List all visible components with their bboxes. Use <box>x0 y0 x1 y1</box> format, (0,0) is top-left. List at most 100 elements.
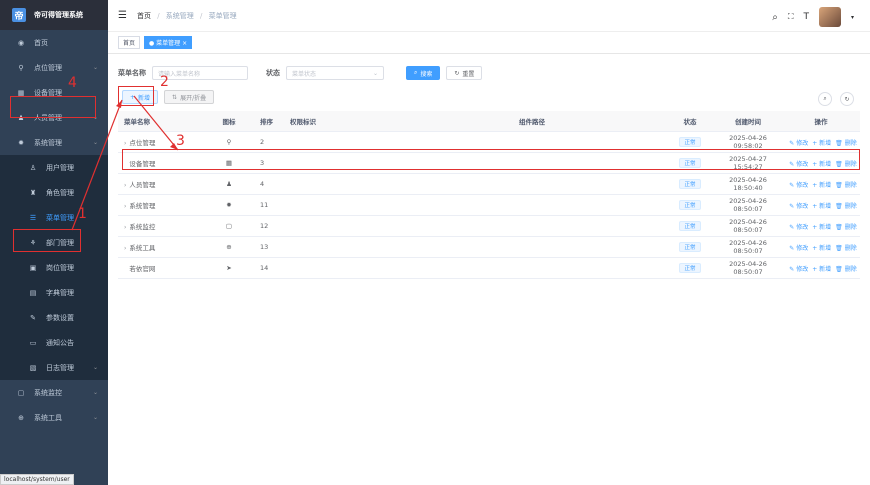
edit-button[interactable]: ✎ 修改 <box>789 224 808 231</box>
status-badge: 正常 <box>679 137 701 147</box>
chevron-down-icon[interactable]: ▾ <box>851 14 854 21</box>
app-title: 帝可得管理系统 <box>34 11 83 19</box>
cell-status: 正常 <box>666 200 714 210</box>
sidebar-item-label: 角色管理 <box>46 188 74 197</box>
expand-collapse-button[interactable]: ⇅ 展开/折叠 <box>164 90 215 104</box>
col-menu-name: 菜单名称 <box>124 118 150 126</box>
logo-icon: 帝 <box>12 8 26 22</box>
status-select[interactable]: 菜单状态 ⌄ <box>286 66 384 80</box>
sidebar-item-6[interactable]: ♜ 角色管理 <box>0 180 108 205</box>
sidebar-item-9[interactable]: ▣ 岗位管理 <box>0 255 108 280</box>
edit-label: 修改 <box>796 139 809 147</box>
highlight-device-menu <box>10 96 96 118</box>
table-tools: ⌕ ↻ <box>818 92 854 106</box>
sidebar-item-label: 参数设置 <box>46 313 74 322</box>
cell-actions: ✎ 修改 + 新增 🗑 删除 <box>782 243 860 252</box>
search-button[interactable]: ⌕ 搜索 <box>406 66 441 80</box>
delete-button[interactable]: 🗑 删除 <box>835 182 857 189</box>
breadcrumb-system[interactable]: 系统管理 <box>166 12 194 20</box>
add-child-button[interactable]: + 新增 <box>812 245 831 252</box>
search-icon: ⌕ <box>414 69 418 76</box>
sidebar-item-4[interactable]: ✹ 系统管理 ⌄ <box>0 130 108 155</box>
hamburger-icon[interactable]: ☰ <box>118 10 127 21</box>
edit-button[interactable]: ✎ 修改 <box>789 266 808 273</box>
menu-name-text: 若依官网 <box>129 265 156 273</box>
chevron-right-icon[interactable]: › <box>124 224 126 231</box>
chevron-right-icon[interactable]: › <box>124 203 126 210</box>
edit-button[interactable]: ✎ 修改 <box>789 140 808 147</box>
sidebar-item-12[interactable]: ▭ 通知公告 <box>0 330 108 355</box>
add-child-button[interactable]: + 新增 <box>812 266 831 273</box>
status-label: 状态 <box>266 69 280 77</box>
delete-button[interactable]: 🗑 删除 <box>835 224 857 231</box>
refresh-icon[interactable]: ↻ <box>840 92 854 106</box>
edit-button[interactable]: ✎ 修改 <box>789 203 808 210</box>
status-select-placeholder: 菜单状态 <box>292 70 317 78</box>
chevron-right-icon[interactable]: › <box>124 182 126 189</box>
tool-icon: ⊕ <box>18 413 24 422</box>
search-toggle-icon[interactable]: ⌕ <box>818 92 832 106</box>
edit-button[interactable]: ✎ 修改 <box>789 182 808 189</box>
chevron-right-icon[interactable]: › <box>124 245 126 252</box>
sidebar-item-11[interactable]: ✎ 参数设置 <box>0 305 108 330</box>
cell-status: 正常 <box>666 263 714 273</box>
sidebar-item-7[interactable]: ☰ 菜单管理 <box>0 205 108 230</box>
add-child-button[interactable]: + 新增 <box>812 203 831 210</box>
sidebar-item-0[interactable]: ◉ 首页 <box>0 30 108 55</box>
sidebar-item-15[interactable]: ⊕ 系统工具 ⌄ <box>0 405 108 430</box>
breadcrumb-home[interactable]: 首页 <box>137 12 151 20</box>
cell-menu-name: › 系统管理 <box>118 200 202 210</box>
edit-button[interactable]: ✎ 修改 <box>789 245 808 252</box>
status-badge: 正常 <box>679 263 701 273</box>
avatar[interactable] <box>818 7 841 27</box>
table-header: 菜单名称 图标 排序 权限标识 组件路径 状态 创建时间 操作 <box>118 111 860 132</box>
col-component: 组件路径 <box>519 118 545 126</box>
add-child-button[interactable]: + 新增 <box>812 182 831 189</box>
add-label: 新增 <box>819 139 832 147</box>
add-label: 新增 <box>819 244 832 252</box>
sidebar-item-label: 菜单管理 <box>46 213 74 222</box>
chevron-down-icon: ⌄ <box>372 69 378 77</box>
sidebar-item-10[interactable]: ▤ 字典管理 <box>0 280 108 305</box>
chevron-right-icon[interactable]: › <box>124 140 126 147</box>
sidebar-item-label: 字典管理 <box>46 288 74 297</box>
cell-menu-name: › 系统工具 <box>118 242 202 252</box>
col-created: 创建时间 <box>735 118 761 126</box>
send-icon: ➤ <box>226 264 232 272</box>
search-button-label: 搜索 <box>420 70 433 78</box>
reset-button[interactable]: ↻ 重置 <box>446 66 483 80</box>
col-order: 排序 <box>260 118 273 126</box>
fullscreen-icon[interactable]: ⛶ <box>788 12 794 22</box>
status-badge: 正常 <box>679 221 701 231</box>
add-child-button[interactable]: + 新增 <box>812 140 831 147</box>
menu-name-text: 点位管理 <box>129 139 156 147</box>
breadcrumb: 首页 / 系统管理 / 菜单管理 <box>136 11 237 20</box>
font-size-icon[interactable]: T <box>803 12 809 22</box>
tag-home[interactable]: 首页 <box>118 36 141 49</box>
delete-button[interactable]: 🗑 删除 <box>835 203 857 210</box>
sidebar-item-14[interactable]: ▢ 系统监控 ⌄ <box>0 380 108 405</box>
add-child-button[interactable]: + 新增 <box>812 224 831 231</box>
col-perms: 权限标识 <box>290 118 316 126</box>
chevron-down-icon: ⌄ <box>92 414 98 421</box>
sidebar-item-1[interactable]: ⚲ 点位管理 ⌄ <box>0 55 108 80</box>
sidebar-item-5[interactable]: ♙ 用户管理 <box>0 155 108 180</box>
dashboard-icon: ◉ <box>17 38 25 47</box>
search-icon[interactable]: ⌕ <box>772 12 778 23</box>
edit-label: 修改 <box>796 181 809 189</box>
sidebar-item-13[interactable]: ▧ 日志管理 ⌄ <box>0 355 108 380</box>
sidebar-item-label: 岗位管理 <box>46 263 74 272</box>
annotation-3: 3 <box>176 133 185 149</box>
expand-button-label: 展开/折叠 <box>180 94 207 102</box>
delete-button[interactable]: 🗑 删除 <box>835 266 857 273</box>
status-url: localhost/system/user <box>0 474 74 485</box>
cell-actions: ✎ 修改 + 新增 🗑 删除 <box>782 138 860 147</box>
tag-menu-manage[interactable]: ● 菜单管理 × <box>144 36 193 49</box>
cell-created: 2025-04-26 09:58:02 <box>729 134 767 150</box>
tags-view: 首页 ● 菜单管理 × <box>108 32 870 54</box>
app-logo[interactable]: 帝 帝可得管理系统 <box>0 0 108 30</box>
delete-button[interactable]: 🗑 删除 <box>835 245 857 252</box>
dict-icon: ▤ <box>29 288 37 297</box>
cell-status: 正常 <box>666 221 714 231</box>
delete-button[interactable]: 🗑 删除 <box>835 140 857 147</box>
